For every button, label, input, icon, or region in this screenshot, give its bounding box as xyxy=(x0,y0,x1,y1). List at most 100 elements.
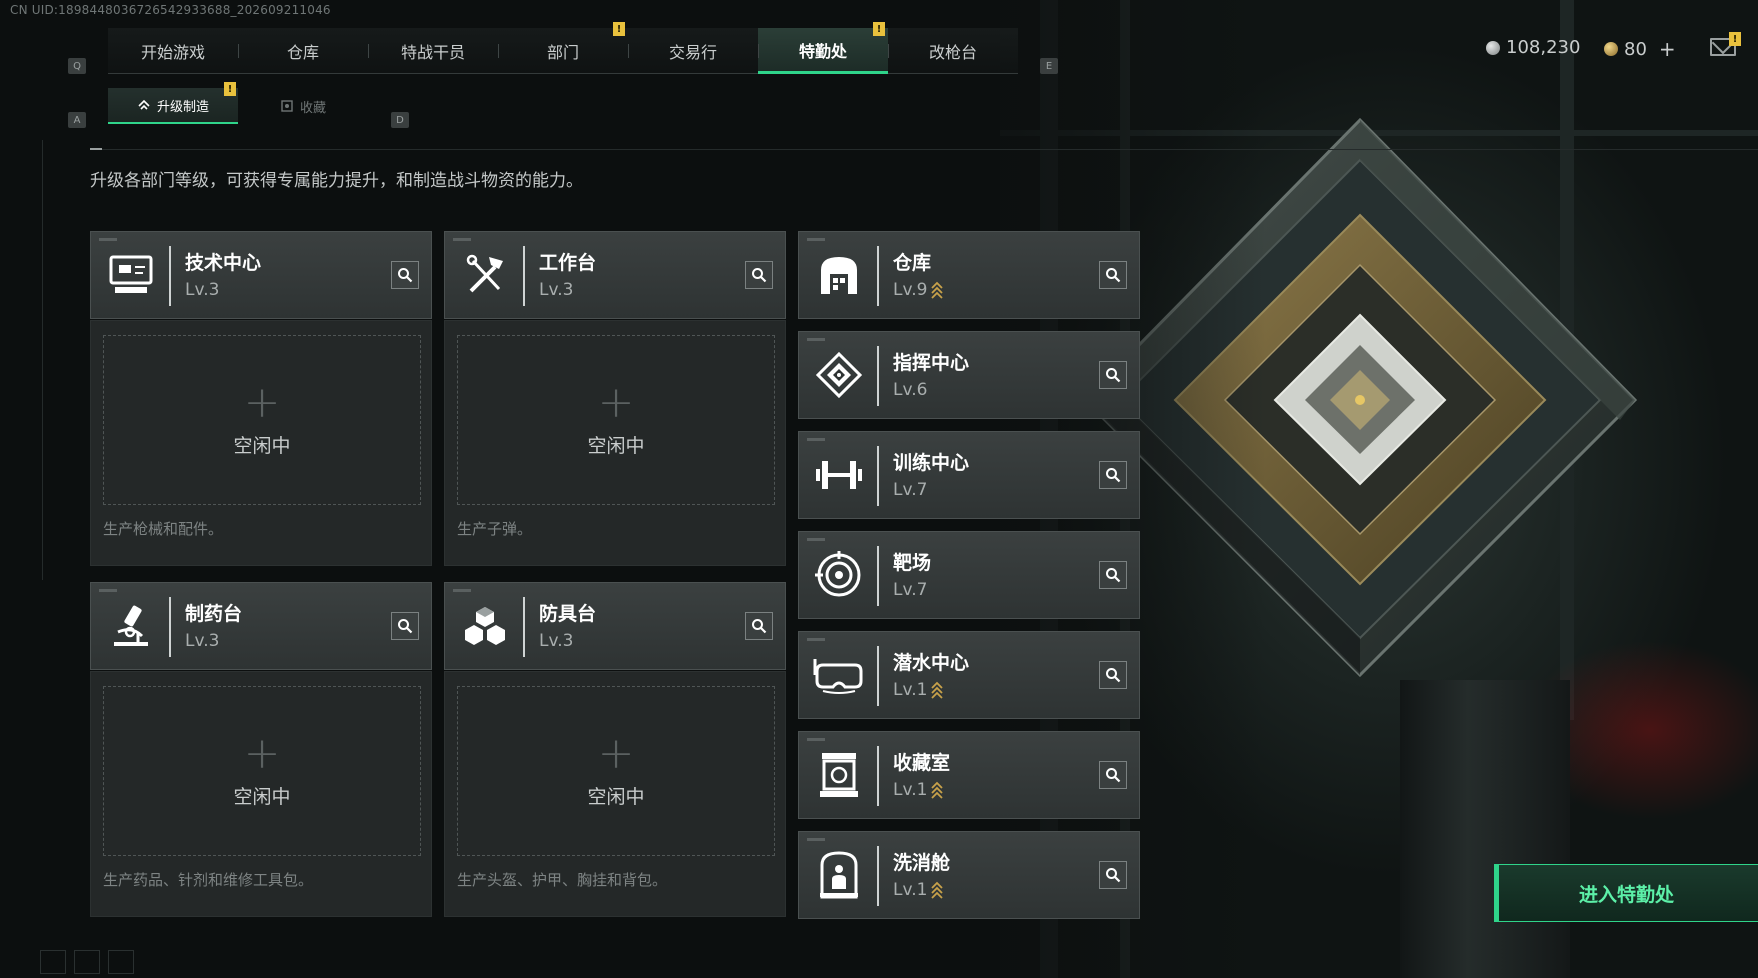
tab-gunsmith[interactable]: 改枪台 xyxy=(888,28,1018,74)
header-divider xyxy=(90,148,1758,150)
facility-card-shooting-range[interactable]: 靶场 Lv.7 xyxy=(798,531,1140,619)
subtab-upgrade-craft[interactable]: 升级制造 xyxy=(108,88,238,124)
facility-level: Lv.7 xyxy=(893,479,928,500)
currency-primary: 108,230 xyxy=(1486,37,1580,58)
station-slot-panel-armor-bench: + 空闲中 生产头盔、护甲、胸挂和背包。 xyxy=(444,671,786,917)
collection-icon xyxy=(281,100,293,112)
station-slot-panel-workbench: + 空闲中 生产子弹。 xyxy=(444,320,786,566)
facility-card-diving-center[interactable]: 潜水中心 Lv.1 xyxy=(798,631,1140,719)
station-name: 防具台 xyxy=(539,602,597,625)
subnav-next-key-hint[interactable]: D xyxy=(391,97,409,143)
command-icon xyxy=(815,351,863,399)
facility-inspect-button[interactable] xyxy=(1099,861,1127,889)
production-slot-tech-center[interactable]: + 空闲中 xyxy=(103,335,421,505)
facility-level: Lv.1 xyxy=(893,879,928,900)
station-inspect-button[interactable] xyxy=(745,612,773,640)
facility-inspect-button[interactable] xyxy=(1099,461,1127,489)
station-description: 生产头盔、护甲、胸挂和背包。 xyxy=(457,871,668,889)
station-card-tech-center[interactable]: 技术中心 Lv.3 xyxy=(90,231,432,319)
subtab-collection[interactable]: 收藏 xyxy=(238,88,368,124)
facility-level: Lv.7 xyxy=(893,579,928,600)
facility-inspect-button[interactable] xyxy=(1099,261,1127,289)
facility-card-command-center[interactable]: 指挥中心 Lv.6 xyxy=(798,331,1140,419)
station-card-pharmacy[interactable]: 制药台 Lv.3 xyxy=(90,582,432,670)
warehouse-icon xyxy=(821,257,857,294)
subnav-prev-key-hint[interactable]: A xyxy=(68,97,86,143)
search-icon xyxy=(1106,368,1121,383)
station-description: 生产药品、针剂和维修工具包。 xyxy=(103,871,314,889)
special-ops-notice-badge: ! xyxy=(873,22,885,36)
facility-card-training-center[interactable]: 训练中心 Lv.7 xyxy=(798,431,1140,519)
diving-mask-icon xyxy=(813,659,863,694)
upgrade-icon xyxy=(138,99,150,110)
silver-coin-icon xyxy=(1486,40,1500,55)
decon-chamber-icon xyxy=(820,851,858,899)
tab-start-game[interactable]: 开始游戏 xyxy=(108,28,238,74)
station-card-workbench[interactable]: 工作台 Lv.3 xyxy=(444,231,786,319)
station-name: 工作台 xyxy=(539,251,597,274)
station-inspect-button[interactable] xyxy=(391,261,419,289)
facility-card-collection-room[interactable]: 收藏室 Lv.1 xyxy=(798,731,1140,819)
search-icon xyxy=(398,268,413,283)
station-description: 生产枪械和配件。 xyxy=(103,520,224,538)
target-icon xyxy=(815,551,861,597)
facility-name: 收藏室 xyxy=(893,751,951,774)
upgrade-available-icon xyxy=(931,681,944,699)
nav-prev-key-hint[interactable]: Q xyxy=(68,43,86,89)
dumbbell-icon xyxy=(816,461,862,489)
station-inspect-button[interactable] xyxy=(391,612,419,640)
nav-next-key-hint[interactable]: E xyxy=(1040,43,1058,89)
departments-notice-badge: ! xyxy=(613,22,625,36)
search-icon xyxy=(398,619,413,634)
add-currency-button[interactable]: + xyxy=(1659,37,1676,61)
tab-departments[interactable]: 部门 xyxy=(498,28,628,74)
facility-card-warehouse[interactable]: 仓库 Lv.9 xyxy=(798,231,1140,319)
facility-inspect-button[interactable] xyxy=(1099,561,1127,589)
facility-name: 靶场 xyxy=(893,551,932,574)
station-card-armor-bench[interactable]: 防具台 Lv.3 xyxy=(444,582,786,670)
slot-status: 空闲中 xyxy=(587,434,645,457)
sub-nav-tabs: 升级制造 收藏 xyxy=(108,88,368,124)
production-slot-pharmacy[interactable]: + 空闲中 xyxy=(103,686,421,856)
facility-inspect-button[interactable] xyxy=(1099,361,1127,389)
plus-icon: + xyxy=(597,727,635,779)
currency-secondary: 80 + xyxy=(1604,37,1676,61)
computer-icon xyxy=(109,255,153,293)
facility-level: Lv.1 xyxy=(893,679,928,700)
station-slot-panel-pharmacy: + 空闲中 生产药品、针剂和维修工具包。 xyxy=(90,671,432,917)
search-icon xyxy=(752,619,767,634)
station-inspect-button[interactable] xyxy=(745,261,773,289)
tab-operators[interactable]: 特战干员 xyxy=(368,28,498,74)
slot-status: 空闲中 xyxy=(233,434,291,457)
armor-cubes-icon xyxy=(465,607,505,645)
plus-icon: + xyxy=(597,376,635,428)
production-slot-workbench[interactable]: + 空闲中 xyxy=(457,335,775,505)
display-case-icon xyxy=(820,753,858,797)
user-uid: CN UID:1898448036726542933688_2026092110… xyxy=(10,3,331,17)
plus-icon: + xyxy=(243,727,281,779)
station-level: Lv.3 xyxy=(539,630,574,651)
gold-coin-icon xyxy=(1604,42,1618,56)
station-slot-panel-tech-center: + 空闲中 生产枪械和配件。 xyxy=(90,320,432,566)
production-slot-armor-bench[interactable]: + 空闲中 xyxy=(457,686,775,856)
tab-special-ops[interactable]: 特勤处 xyxy=(758,28,888,74)
facility-name: 洗消舱 xyxy=(893,851,951,874)
facility-level: Lv.1 xyxy=(893,779,928,800)
search-icon xyxy=(1106,568,1121,583)
facility-inspect-button[interactable] xyxy=(1099,661,1127,689)
tab-trading[interactable]: 交易行 xyxy=(628,28,758,74)
search-icon xyxy=(1106,668,1121,683)
plus-icon: + xyxy=(243,376,281,428)
facility-level: Lv.9 xyxy=(893,279,928,300)
search-icon xyxy=(1106,268,1121,283)
upgrade-available-icon xyxy=(931,281,944,299)
upgrade-available-icon xyxy=(931,781,944,799)
tab-warehouse[interactable]: 仓库 xyxy=(238,28,368,74)
facility-card-decon-chamber[interactable]: 洗消舱 Lv.1 xyxy=(798,831,1140,919)
slot-status: 空闲中 xyxy=(587,785,645,808)
decorative-corner-boxes xyxy=(40,950,134,974)
enter-special-ops-button[interactable]: 进入特勤处 xyxy=(1494,864,1758,922)
station-description: 生产子弹。 xyxy=(457,520,533,538)
station-name: 制药台 xyxy=(185,602,243,625)
facility-inspect-button[interactable] xyxy=(1099,761,1127,789)
